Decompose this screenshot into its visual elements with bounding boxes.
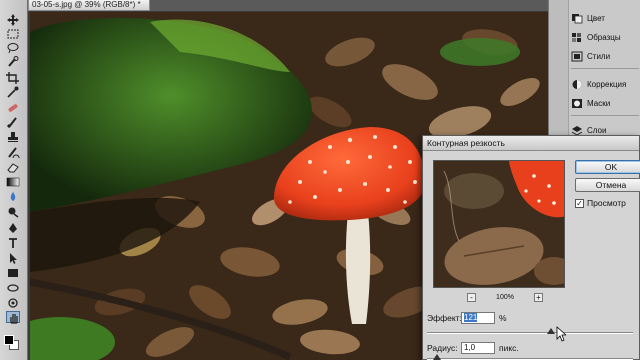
styles-icon <box>571 51 583 62</box>
foreground-color-swatch[interactable] <box>4 335 14 345</box>
panel-swatches-label: Образцы <box>587 33 621 42</box>
shape-icon[interactable] <box>6 267 20 279</box>
panel-color-label: Цвет <box>587 14 605 23</box>
brush-icon[interactable] <box>6 116 20 128</box>
path-select-icon[interactable] <box>6 252 20 264</box>
dialog-title[interactable]: Контурная резкость <box>423 136 639 151</box>
document-tab[interactable]: 03-05-s.jpg @ 39% (RGB/8*) * <box>28 0 150 11</box>
amount-unit: % <box>499 313 507 323</box>
panel-swatches[interactable]: Образцы <box>571 30 639 45</box>
type-icon[interactable] <box>6 237 20 249</box>
dialog-preview[interactable] <box>433 160 565 288</box>
radius-label: Радиус: <box>427 343 458 353</box>
radius-row: Радиус: 1,0 пикс. <box>427 342 519 354</box>
radius-unit: пикс. <box>499 343 519 353</box>
panel-masks-label: Маски <box>587 99 611 108</box>
blur-icon[interactable] <box>6 191 20 203</box>
unsharp-mask-dialog: Контурная резкость - 100% + OK Отмена ✓ … <box>422 135 640 360</box>
panel-adjustments-label: Коррекция <box>587 80 627 89</box>
marquee-icon[interactable] <box>6 28 20 40</box>
amount-slider[interactable] <box>427 328 633 334</box>
panel-adjustments[interactable]: Коррекция <box>571 77 639 92</box>
preview-zoom-controls: - 100% + <box>467 292 543 303</box>
zoom-out-button[interactable]: - <box>467 293 476 302</box>
ok-button[interactable]: OK <box>575 160 640 174</box>
pen-icon[interactable] <box>6 222 20 234</box>
3d-orbit-icon[interactable] <box>6 297 20 309</box>
amount-input[interactable]: 121 <box>461 312 495 324</box>
preview-checkbox-label: Просмотр <box>587 198 626 208</box>
zoom-in-button[interactable]: + <box>534 293 543 302</box>
history-brush-icon[interactable] <box>6 146 20 158</box>
cancel-button[interactable]: Отмена <box>575 178 640 192</box>
panel-separator <box>571 115 639 116</box>
panel-masks[interactable]: Маски <box>571 96 639 111</box>
move-icon[interactable] <box>6 14 20 26</box>
stamp-icon[interactable] <box>6 131 20 143</box>
panel-color[interactable]: Цвет <box>571 11 639 26</box>
hand-icon[interactable] <box>6 311 20 324</box>
amount-label: Эффект: <box>427 313 462 323</box>
preview-image <box>434 161 564 287</box>
lasso-icon[interactable] <box>6 42 20 54</box>
panel-styles-label: Стили <box>587 52 611 61</box>
tools-panel <box>0 0 28 360</box>
quick-select-icon[interactable] <box>6 56 20 68</box>
panel-separator <box>571 68 639 69</box>
dodge-icon[interactable] <box>6 206 20 218</box>
3d-rotate-icon[interactable] <box>6 282 20 294</box>
mouse-cursor-icon <box>556 326 566 342</box>
healing-icon[interactable] <box>6 102 20 114</box>
amount-slider-thumb[interactable] <box>546 328 555 334</box>
preview-checkbox[interactable]: ✓ <box>575 198 584 208</box>
crop-icon[interactable] <box>6 72 20 84</box>
adjustments-icon <box>571 79 583 90</box>
zoom-level: 100% <box>496 294 514 301</box>
amount-row: Эффект: 121 % <box>427 312 507 324</box>
gradient-icon[interactable] <box>6 176 20 188</box>
eyedropper-icon[interactable] <box>6 86 20 98</box>
masks-icon <box>571 98 583 109</box>
panel-layers-label: Слои <box>587 126 607 135</box>
swatches-icon <box>571 32 583 43</box>
radius-slider-thumb[interactable] <box>433 354 442 360</box>
eraser-icon[interactable] <box>6 161 20 173</box>
panel-styles[interactable]: Стили <box>571 49 639 64</box>
preview-option: ✓ Просмотр <box>575 198 626 208</box>
radius-input[interactable]: 1,0 <box>461 342 495 354</box>
color-icon <box>571 13 583 24</box>
